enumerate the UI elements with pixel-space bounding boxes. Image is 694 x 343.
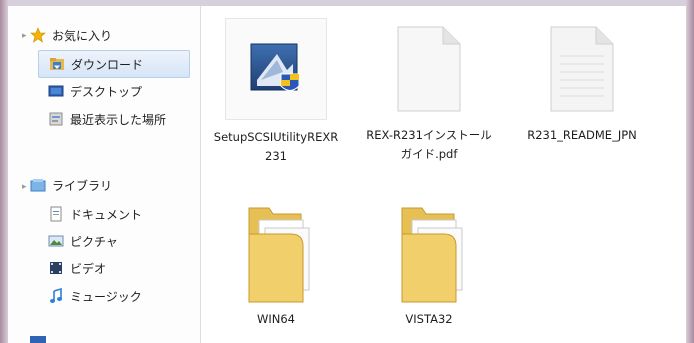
sidebar-item-label: ビデオ [70, 261, 107, 276]
sidebar-item-recent-places[interactable]: 最近表示した場所 [48, 106, 166, 132]
sidebar-item-label: ダウンロード [71, 57, 144, 72]
star-icon [30, 27, 46, 43]
folder-name: WIN64 [257, 312, 295, 326]
desktop-icon [48, 83, 64, 99]
sidebar-item-pictures[interactable]: ピクチャ [48, 228, 118, 254]
documents-icon [48, 206, 64, 222]
navigation-pane: ▸ お気に入り ダウンロード デスクトップ 最近表示した場所 ▸ ライブラリ ド… [8, 6, 201, 343]
music-icon [48, 287, 64, 304]
sidebar-item-documents[interactable]: ドキュメント [48, 201, 142, 227]
computer-icon [30, 336, 46, 343]
expand-arrow-icon[interactable]: ▸ [22, 182, 27, 192]
text-document-icon [550, 26, 614, 112]
file-name: SetupSCSIUtilityREXR231 [213, 130, 339, 163]
pictures-icon [48, 233, 64, 249]
sidebar-item-label: ミュージック [70, 289, 142, 304]
sidebar-item-libraries[interactable]: ライブラリ [30, 172, 112, 198]
window-frame-right [686, 0, 694, 343]
file-item[interactable]: R231_README_JPN [517, 18, 647, 145]
folder-item[interactable]: VISTA32 [364, 204, 494, 329]
sidebar-item-downloads[interactable]: ダウンロード [38, 50, 190, 78]
window-frame-left [0, 0, 8, 343]
sidebar-item-label: 最近表示した場所 [70, 112, 167, 127]
sidebar-item-desktop[interactable]: デスクトップ [48, 78, 142, 104]
file-name: REX-R231インストールガイド.pdf [366, 128, 492, 161]
folder-icon [384, 204, 474, 310]
file-list-area: SetupSCSIUtilityREXR231 REX-R231インストールガイ… [201, 6, 686, 343]
sidebar-item-favorites[interactable]: お気に入り [30, 22, 112, 48]
sidebar-item-music[interactable]: ミュージック [48, 283, 142, 309]
folder-icon [231, 204, 321, 310]
sidebar-item-videos[interactable]: ビデオ [48, 255, 106, 281]
sidebar-item-label: ピクチャ [70, 234, 118, 249]
sidebar-item-label: ライブラリ [52, 178, 113, 193]
expand-arrow-icon[interactable]: ▸ [22, 31, 27, 41]
recent-places-icon [48, 111, 64, 127]
sidebar-item-label: デスクトップ [70, 84, 143, 99]
videos-icon [48, 260, 64, 276]
downloads-folder-icon [49, 56, 65, 72]
file-item[interactable]: REX-R231インストールガイド.pdf [364, 18, 494, 164]
file-item[interactable]: SetupSCSIUtilityREXR231 [211, 18, 341, 166]
pdf-document-icon [397, 26, 461, 112]
file-name: R231_README_JPN [527, 128, 637, 142]
library-icon [30, 177, 46, 193]
folder-item[interactable]: WIN64 [211, 204, 341, 329]
sidebar-item-label: ドキュメント [70, 207, 143, 222]
setup-installer-icon [225, 18, 327, 120]
sidebar-item-label: お気に入り [52, 28, 113, 43]
folder-name: VISTA32 [405, 312, 453, 326]
